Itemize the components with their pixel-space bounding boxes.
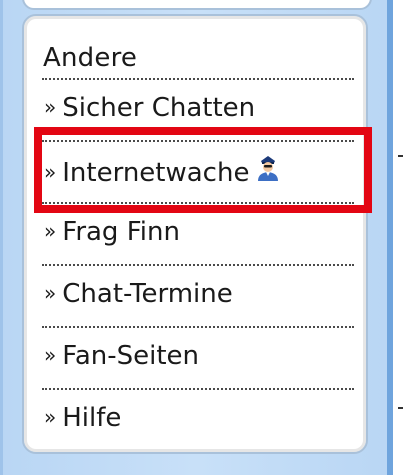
sidebar-menu-panel: Andere »Sicher Chatten »Internetwache [22, 14, 368, 454]
menu-list: » Sicher Chatten » Internetwache » Frag … [42, 78, 354, 450]
police-officer-icon [255, 152, 281, 189]
menu-item-frag-finn[interactable]: » Frag Finn [42, 202, 354, 264]
menu-item-chat-termine[interactable]: » Chat-Termine [42, 264, 354, 326]
menu-item-label: Fan-Seiten [62, 341, 200, 371]
edge-mark [398, 155, 403, 157]
chevron-right-icon: » [44, 95, 57, 119]
menu-heading: Andere [43, 43, 138, 73]
menu-item-label: Internetwache [62, 158, 250, 188]
chevron-right-icon: » [44, 343, 57, 367]
menu-item-label: Frag Finn [62, 217, 180, 247]
menu-item-sicher-chatten[interactable]: » Sicher Chatten [42, 78, 354, 140]
menu-item-fan-seiten[interactable]: » Fan-Seiten [42, 326, 354, 388]
menu-item-label: Chat-Termine [62, 279, 233, 309]
chevron-right-icon: » [44, 219, 57, 243]
menu-item-internetwache[interactable]: » Internetwache [42, 140, 354, 202]
chevron-right-icon: » [44, 281, 57, 305]
chevron-right-icon: » [44, 405, 57, 429]
menu-item-label: Hilfe [62, 403, 122, 433]
previous-panel [22, 0, 372, 10]
menu-item-hilfe[interactable]: » Hilfe [42, 388, 354, 450]
menu-item-label: Sicher Chatten [62, 93, 256, 123]
edge-mark [398, 407, 403, 409]
chevron-right-icon: » [44, 160, 57, 184]
